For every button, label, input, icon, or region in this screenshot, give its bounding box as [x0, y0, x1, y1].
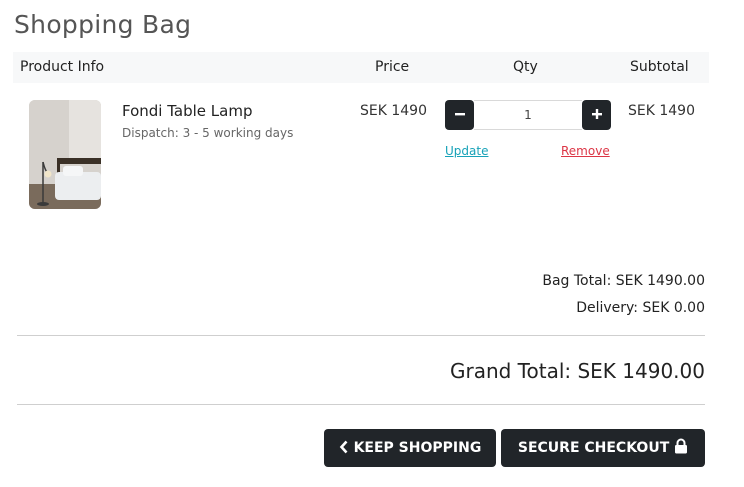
dispatch-info: Dispatch: 3 - 5 working days [122, 126, 294, 140]
lamp-bedroom-photo [29, 100, 101, 209]
header-qty: Qty [513, 59, 538, 75]
minus-icon [454, 113, 465, 116]
item-price: SEK 1490 [360, 103, 427, 119]
lock-icon [675, 438, 688, 454]
decrease-quantity-button[interactable] [445, 100, 474, 130]
bag-total: Bag Total: SEK 1490.00 [542, 273, 705, 289]
table-header: Product Info Price Qty Subtotal [13, 52, 709, 83]
increase-quantity-button[interactable] [582, 100, 611, 130]
secure-checkout-button[interactable]: SECURE CHECKOUT [501, 429, 705, 467]
delivery-cost: Delivery: SEK 0.00 [576, 300, 705, 316]
product-name[interactable]: Fondi Table Lamp [122, 102, 252, 120]
quantity-input[interactable] [474, 100, 582, 130]
item-subtotal: SEK 1490 [628, 103, 695, 119]
grand-total: Grand Total: SEK 1490.00 [449, 359, 705, 383]
remove-link[interactable]: Remove [561, 144, 610, 158]
header-subtotal: Subtotal [630, 59, 689, 75]
page-title: Shopping Bag [14, 10, 192, 39]
divider [17, 404, 705, 405]
keep-shopping-button[interactable]: KEEP SHOPPING [324, 429, 496, 467]
quantity-stepper [445, 100, 611, 130]
secure-checkout-label: SECURE CHECKOUT [517, 440, 670, 456]
divider [17, 335, 705, 336]
keep-shopping-label: KEEP SHOPPING [353, 440, 482, 456]
chevron-left-icon [339, 440, 348, 454]
header-product-info: Product Info [20, 59, 105, 75]
update-link[interactable]: Update [445, 144, 488, 158]
plus-icon [591, 109, 602, 119]
product-image[interactable] [29, 100, 101, 209]
header-price: Price [375, 59, 410, 75]
